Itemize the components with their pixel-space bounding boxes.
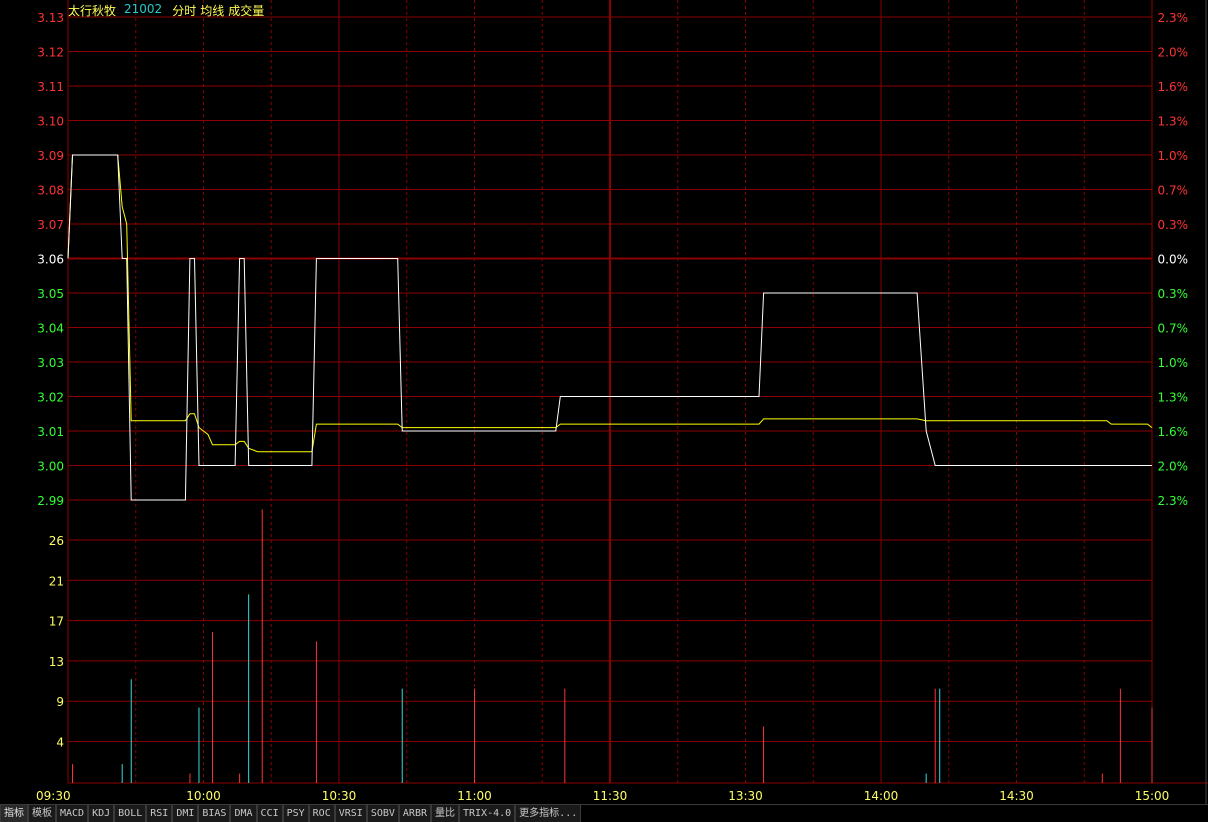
price-tick-label: 3.01	[37, 425, 64, 439]
indicator-tab[interactable]: RSI	[146, 804, 173, 822]
percent-tick-label: 1.0%	[1158, 356, 1189, 370]
chart-title-bar: 太行秋牧 21002 分时 均线 成交量	[68, 2, 268, 18]
indicator-tab[interactable]: 量比	[431, 804, 459, 822]
price-tick-label: 3.08	[37, 184, 64, 198]
volume-tick-label: 13	[49, 655, 64, 669]
indicator-tab-bar: 指标 模板 MACD KDJ BOLL RSI DMI BIAS DMA CCI PSY ROC VRS…	[0, 804, 1208, 822]
price-axis-labels: 3.13 3.12 3.11 3.10 3.09 3.08 3.07 3.06 3.05 3.04…	[37, 11, 64, 508]
volume-tick-label: 21	[49, 574, 64, 588]
volume-axis-labels: 26 21 17 13 9 4	[49, 534, 64, 750]
percent-tick-label: 0.7%	[1158, 322, 1189, 336]
percent-tick-label: 1.3%	[1158, 391, 1189, 405]
menu-average-line[interactable]: 均线	[200, 2, 224, 18]
time-tick-label: 11:30	[593, 789, 628, 803]
percent-tick-label: 1.6%	[1158, 80, 1189, 94]
price-tick-label: 3.06	[37, 253, 64, 267]
time-tick-label: 14:30	[999, 789, 1034, 803]
indicator-tab[interactable]: 模板	[28, 804, 56, 822]
price-tick-label: 3.13	[37, 11, 64, 25]
percent-tick-label: 0.3%	[1158, 287, 1189, 301]
indicator-tab[interactable]: BOLL	[114, 804, 147, 822]
time-tick-label: 15:00	[1135, 789, 1170, 803]
menu-volume[interactable]: 成交量	[228, 2, 264, 18]
tab-bar-filler	[581, 804, 1208, 822]
menu-intraday[interactable]: 分时	[172, 2, 196, 18]
volume-tick-label: 26	[49, 534, 64, 548]
indicator-tab[interactable]: DMI	[172, 804, 199, 822]
price-tick-label: 3.05	[37, 287, 64, 301]
indicator-tab[interactable]: SOBV	[366, 804, 399, 822]
price-tick-label: 3.10	[37, 115, 64, 129]
price-tick-label: 3.07	[37, 218, 64, 232]
time-tick-label: 11:00	[457, 789, 492, 803]
volume-tick-label: 17	[49, 615, 64, 629]
percent-tick-label: 0.0%	[1158, 253, 1189, 267]
time-tick-label: 14:00	[864, 789, 899, 803]
time-tick-label: 10:30	[322, 789, 357, 803]
price-tick-label: 3.00	[37, 460, 64, 474]
percent-tick-label: 0.7%	[1158, 184, 1189, 198]
time-tick-label: 10:00	[186, 789, 221, 803]
security-name: 太行秋牧	[68, 4, 117, 18]
intraday-chart[interactable]: 3.13 3.12 3.11 3.10 3.09 3.08 3.07 3.06 3.05 3.04…	[0, 0, 1208, 804]
price-tick-label: 3.12	[37, 46, 64, 60]
percent-tick-label: 2.3%	[1158, 11, 1189, 25]
price-tick-label: 3.03	[37, 356, 64, 370]
percent-axis-labels: 2.3% 2.0% 1.6% 1.3% 1.0% 0.7% 0.3% 0.0% 0.3% 0.7%…	[1158, 11, 1189, 508]
price-tick-label: 3.09	[37, 149, 64, 163]
chart-grid	[67, 0, 1208, 804]
security-code: 21002	[124, 2, 163, 16]
percent-tick-label: 0.3%	[1158, 218, 1189, 232]
indicator-tab[interactable]: ARBR	[398, 804, 431, 822]
price-tick-label: 3.02	[37, 391, 64, 405]
percent-tick-label: 2.0%	[1158, 460, 1189, 474]
percent-tick-label: 1.3%	[1158, 115, 1189, 129]
indicator-tab[interactable]: 指标	[0, 804, 28, 822]
time-tick-label: 13:30	[728, 789, 763, 803]
indicator-tab[interactable]: MACD	[56, 804, 89, 822]
indicator-tab[interactable]: PSY	[282, 804, 309, 822]
indicator-tab[interactable]: TRIX-4.0	[459, 804, 516, 822]
percent-tick-label: 1.0%	[1158, 149, 1189, 163]
price-tick-label: 3.11	[37, 80, 64, 94]
percent-tick-label: 1.6%	[1158, 425, 1189, 439]
indicator-tab[interactable]: VRSI	[334, 804, 367, 822]
indicator-tab[interactable]: ROC	[308, 804, 335, 822]
percent-tick-label: 2.0%	[1158, 46, 1189, 60]
indicator-tab[interactable]: DMA	[230, 804, 257, 822]
indicator-tab[interactable]: KDJ	[88, 804, 115, 822]
price-tick-label: 3.04	[37, 322, 64, 336]
time-tick-label: 09:30	[36, 789, 71, 803]
indicator-tab[interactable]: CCI	[256, 804, 283, 822]
time-axis-labels: 09:30 10:00 10:30 11:00 11:30 13:30 14:00 14:30…	[36, 789, 1169, 803]
percent-tick-label: 2.3%	[1158, 494, 1189, 508]
indicator-tab[interactable]: BIAS	[198, 804, 231, 822]
price-tick-label: 2.99	[37, 494, 64, 508]
indicator-tab[interactable]: 更多指标...	[515, 804, 582, 822]
volume-tick-label: 4	[56, 736, 64, 750]
volume-tick-label: 9	[56, 695, 64, 709]
